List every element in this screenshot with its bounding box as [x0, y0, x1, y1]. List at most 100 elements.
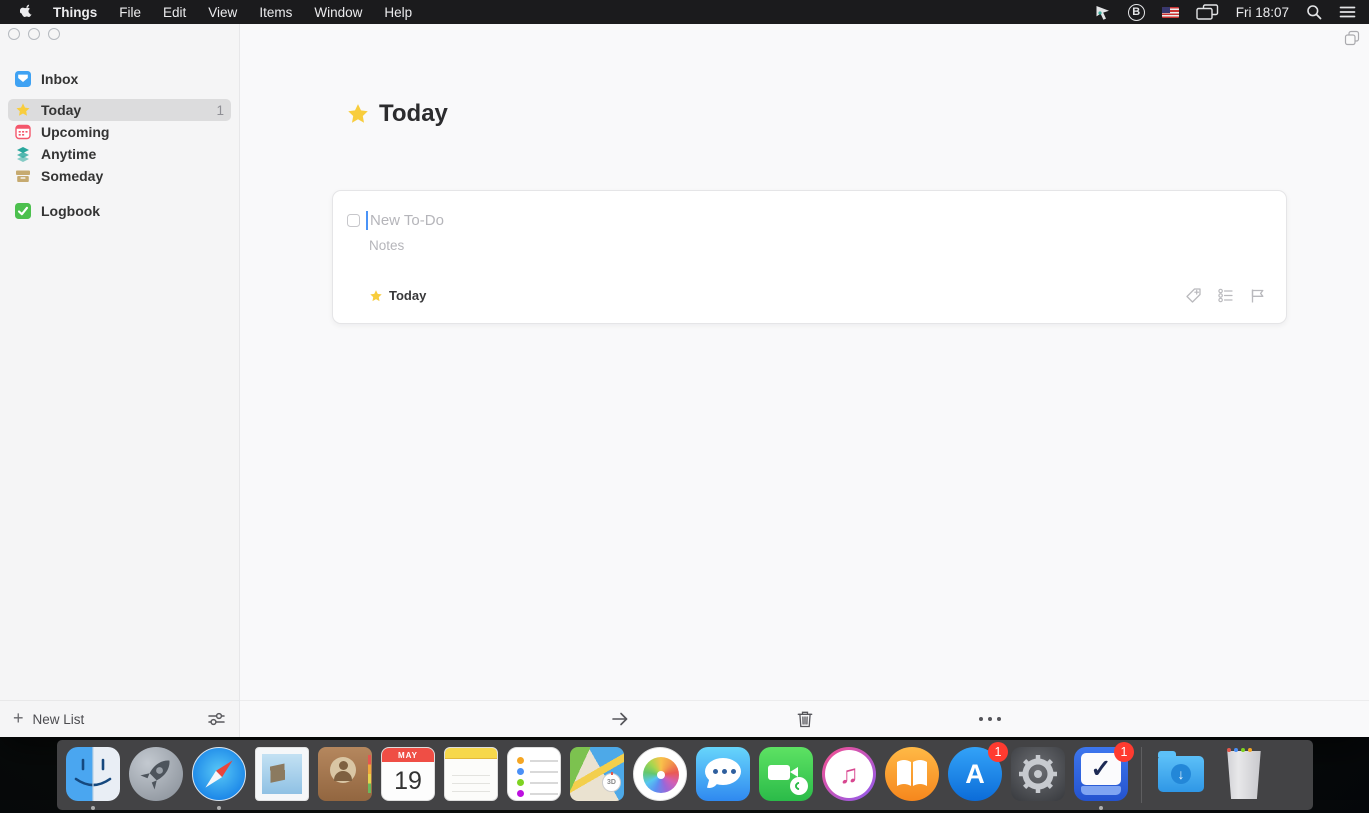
download-arrow-glyph: ↓ — [1178, 766, 1185, 782]
filter-sliders-icon[interactable] — [207, 710, 226, 728]
menu-view[interactable]: View — [208, 5, 237, 20]
maps-3d-label: 3D — [607, 779, 616, 786]
dock-item-itunes[interactable]: ♫ — [822, 747, 876, 808]
sidebar: Inbox Today 1 Upcoming — [0, 24, 240, 737]
menu-clock[interactable]: Fri 18:07 — [1236, 5, 1289, 20]
new-list-button[interactable]: New List — [33, 712, 85, 727]
todo-when-row[interactable]: Today — [369, 288, 426, 303]
running-indicator — [91, 806, 95, 810]
menu-app-name[interactable]: Things — [53, 5, 97, 20]
dock-item-mail[interactable] — [255, 747, 309, 808]
calendar-month: MAY — [382, 748, 434, 762]
dock-item-system-preferences[interactable] — [1011, 747, 1065, 808]
contacts-icon — [318, 747, 372, 801]
notification-center-icon[interactable] — [1339, 5, 1356, 19]
downloads-folder-icon: ↓ — [1154, 747, 1208, 801]
sidebar-item-logbook[interactable]: Logbook — [8, 200, 231, 222]
close-window-button[interactable] — [8, 28, 20, 40]
menu-help[interactable]: Help — [384, 5, 412, 20]
ibooks-icon — [885, 747, 939, 801]
sidebar-item-inbox[interactable]: Inbox — [8, 68, 231, 90]
sidebar-item-label: Upcoming — [41, 124, 109, 140]
sidebar-item-today[interactable]: Today 1 — [8, 99, 231, 121]
page-title: Today — [379, 100, 448, 128]
menu-edit[interactable]: Edit — [163, 5, 186, 20]
dock-item-ibooks[interactable] — [885, 747, 939, 808]
dock-item-calendar[interactable]: MAY 19 — [381, 747, 435, 808]
dock-item-maps[interactable]: 3D — [570, 747, 624, 808]
desktop: Things File Edit View Items Window Help … — [0, 0, 1369, 813]
sidebar-footer: + New List — [0, 700, 239, 737]
when-label: Today — [389, 288, 426, 303]
dock-item-trash[interactable] — [1217, 747, 1271, 808]
new-window-icon[interactable] — [1344, 30, 1360, 46]
upcoming-calendar-icon — [15, 124, 31, 140]
new-todo-card[interactable]: New To-Do Notes Today — [332, 190, 1287, 324]
safari-icon — [192, 747, 246, 801]
tag-icon[interactable] — [1185, 287, 1202, 304]
checklist-icon[interactable] — [1217, 287, 1234, 304]
menu-window[interactable]: Window — [314, 5, 362, 20]
dock-item-contacts[interactable] — [318, 747, 372, 808]
sidebar-item-someday[interactable]: Someday — [8, 165, 231, 187]
system-preferences-icon — [1011, 747, 1065, 801]
zoom-window-button[interactable] — [48, 28, 60, 40]
dock-item-notes[interactable] — [444, 747, 498, 808]
dock-item-finder[interactable] — [66, 747, 120, 808]
running-indicator — [1099, 806, 1103, 810]
launchpad-icon — [129, 747, 183, 801]
maps-icon: 3D — [570, 747, 624, 801]
todo-title-row: New To-Do — [347, 211, 444, 230]
dock-item-app-store[interactable]: A 1 — [948, 747, 1002, 808]
logbook-check-icon — [15, 203, 31, 219]
running-indicator — [217, 806, 221, 810]
apple-menu-icon[interactable] — [20, 4, 33, 20]
notes-icon — [444, 747, 498, 801]
trash-button[interactable] — [797, 710, 814, 729]
main-content: Today New To-Do Notes Today — [240, 24, 1369, 737]
displays-status-icon[interactable] — [1196, 4, 1219, 20]
dock-item-launchpad[interactable] — [129, 747, 183, 808]
finder-icon — [66, 747, 120, 801]
sidebar-item-label: Logbook — [41, 203, 100, 219]
calendar-icon: MAY 19 — [381, 747, 435, 801]
todo-checkbox[interactable] — [347, 214, 360, 227]
text-cursor — [366, 211, 368, 230]
things-badge: 1 — [1114, 742, 1134, 762]
dock-item-downloads[interactable]: ↓ — [1154, 747, 1208, 808]
today-star-icon-large — [346, 102, 370, 126]
things-check-glyph: ✓ — [1091, 757, 1112, 782]
page-header: Today — [346, 100, 448, 128]
b-circle-status-icon[interactable]: B — [1128, 4, 1145, 21]
sidebar-item-upcoming[interactable]: Upcoming — [8, 121, 231, 143]
dock-item-safari[interactable] — [192, 747, 246, 808]
pointer-status-icon[interactable] — [1094, 4, 1111, 21]
dock-item-things[interactable]: ✓ 1 — [1074, 747, 1128, 808]
dock-item-messages[interactable] — [696, 747, 750, 808]
minimize-window-button[interactable] — [28, 28, 40, 40]
traffic-lights — [8, 28, 60, 40]
dock-item-reminders[interactable] — [507, 747, 561, 808]
plus-icon: + — [13, 709, 24, 727]
menu-bar: Things File Edit View Items Window Help … — [0, 0, 1369, 24]
reminders-icon — [507, 747, 561, 801]
todo-card-actions — [1185, 287, 1266, 304]
move-arrow-button[interactable] — [611, 710, 630, 728]
us-flag-input-source-icon[interactable] — [1162, 7, 1179, 18]
flag-icon[interactable] — [1249, 287, 1266, 304]
spotlight-search-icon[interactable] — [1306, 4, 1322, 20]
messages-icon — [696, 747, 750, 801]
menu-file[interactable]: File — [119, 5, 141, 20]
dock-item-photos[interactable] — [633, 747, 687, 808]
sidebar-item-anytime[interactable]: Anytime — [8, 143, 231, 165]
sidebar-item-label: Anytime — [41, 146, 96, 162]
anytime-layers-icon — [15, 146, 31, 162]
app-store-badge: 1 — [988, 742, 1008, 762]
todo-notes-input[interactable]: Notes — [369, 238, 404, 253]
more-options-button[interactable] — [979, 717, 1001, 721]
todo-title-input[interactable]: New To-Do — [370, 212, 444, 229]
when-star-icon — [369, 289, 383, 303]
menu-items[interactable]: Items — [259, 5, 292, 20]
today-star-icon — [15, 102, 31, 118]
dock-item-facetime[interactable] — [759, 747, 813, 808]
